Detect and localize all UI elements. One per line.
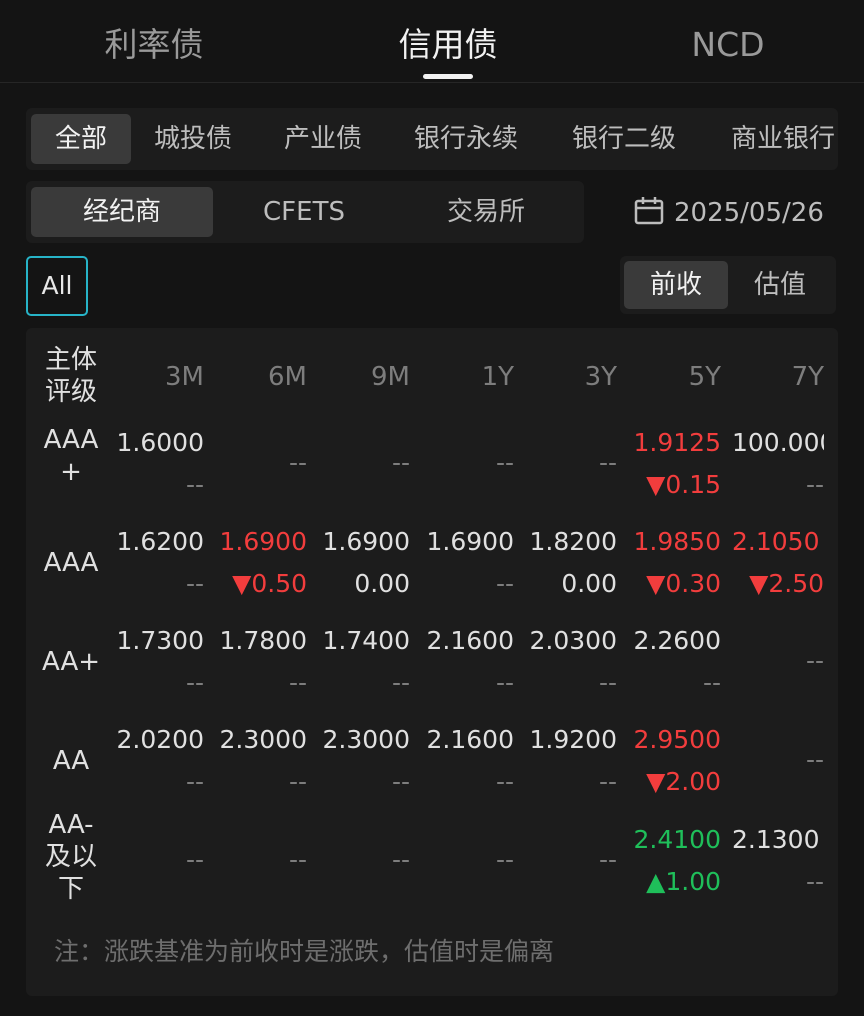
yield-change: 0.00 [561, 569, 617, 598]
yield-change: -- [702, 668, 721, 697]
date-picker[interactable]: 2025/05/26 [634, 188, 824, 238]
tenor-header-6m[interactable]: 6M [207, 362, 307, 392]
source-broker[interactable]: 经纪商 [31, 187, 213, 237]
yield-value[interactable]: 1.8200 [511, 527, 617, 556]
yield-value[interactable]: 2.4100 [615, 825, 721, 854]
yield-change: -- [391, 668, 410, 697]
yield-value[interactable]: -- [724, 646, 824, 675]
yield-change: -- [185, 569, 204, 598]
yield-change: ▼0.15 [646, 470, 721, 499]
yield-value[interactable]: 1.6200 [98, 527, 204, 556]
yield-value[interactable]: -- [207, 845, 307, 874]
yield-value[interactable]: 1.9200 [511, 725, 617, 754]
footnote: 注：涨跌基准为前收时是涨跌，估值时是偏离 [54, 937, 555, 966]
rating-column-header: 主体 评级 [44, 345, 97, 407]
yield-change: -- [495, 668, 514, 697]
yield-change: -- [598, 767, 617, 796]
top-tab-bar: 利率债 信用债 NCD [0, 0, 864, 83]
category-filter-bar: 全部 城投债 产业债 银行永续 银行二级 商业银行 [26, 108, 838, 170]
tenor-header-7y[interactable]: 7Y [724, 362, 824, 392]
rating-label: AA- 及以下 [44, 810, 97, 904]
yield-value[interactable]: 1.6000 [98, 428, 204, 457]
tenor-header-9m[interactable]: 9M [310, 362, 410, 392]
yield-table-panel: 主体 评级 3M 6M 9M 1Y 3Y 5Y 7Y AAA +1.6000 -- -- -- -- -- 1.… [26, 328, 838, 996]
yield-value[interactable]: -- [310, 845, 410, 874]
yield-change: ▼2.00 [646, 767, 721, 796]
yield-value[interactable]: 1.6900 [201, 527, 307, 556]
yield-change: ▼2.50 [749, 569, 824, 598]
date-value: 2025/05/26 [674, 198, 824, 228]
yield-value[interactable]: 2.1600 [408, 725, 514, 754]
rating-label: AAA + [43, 425, 99, 487]
yield-value[interactable]: 2.9500 [615, 725, 721, 754]
tenor-header-1y[interactable]: 1Y [414, 362, 514, 392]
yield-change: -- [495, 767, 514, 796]
rating-label: AAA [43, 548, 99, 578]
rating-label: AA+ [41, 647, 101, 677]
all-toggle-button[interactable]: All [26, 256, 88, 316]
category-bank-perpetual[interactable]: 银行永续 [414, 114, 518, 164]
tab-credit-bonds[interactable]: 信用债 [380, 20, 516, 70]
yield-value[interactable]: 1.9850 [615, 527, 721, 556]
yield-change: -- [598, 668, 617, 697]
tenor-header-3y[interactable]: 3Y [517, 362, 617, 392]
yield-change: -- [288, 668, 307, 697]
yield-change: -- [391, 767, 410, 796]
category-commercial-bank[interactable]: 商业银行 [731, 114, 835, 164]
yield-value[interactable]: -- [414, 845, 514, 874]
yield-change: 0.00 [354, 569, 410, 598]
yield-value[interactable]: 2.0300 [511, 626, 617, 655]
yield-change: -- [185, 668, 204, 697]
yield-value[interactable]: 1.9125 [615, 428, 721, 457]
yield-value[interactable]: -- [104, 845, 204, 874]
mode-valuation[interactable]: 估值 [728, 261, 832, 309]
yield-change: ▼0.50 [232, 569, 307, 598]
yield-value[interactable]: 100.0000 [732, 428, 824, 457]
yield-value[interactable]: -- [414, 448, 514, 477]
category-industrial[interactable]: 产业债 [284, 114, 362, 164]
category-chengtou[interactable]: 城投债 [154, 114, 232, 164]
source-cfets[interactable]: CFETS [213, 187, 395, 237]
yield-change: -- [288, 767, 307, 796]
yield-value[interactable]: 1.7400 [304, 626, 410, 655]
yield-change: -- [185, 767, 204, 796]
yield-change: -- [495, 569, 514, 598]
category-bank-tier2[interactable]: 银行二级 [572, 114, 676, 164]
mode-previous-close[interactable]: 前收 [624, 261, 728, 309]
yield-value[interactable]: -- [517, 448, 617, 477]
source-filter-bar: 经纪商 CFETS 交易所 [26, 181, 584, 243]
yield-change: ▼0.30 [646, 569, 721, 598]
tenor-header-3m[interactable]: 3M [104, 362, 204, 392]
yield-value[interactable]: 1.6900 [304, 527, 410, 556]
yield-value[interactable]: 2.3000 [304, 725, 410, 754]
calendar-icon [634, 197, 664, 225]
yield-value[interactable]: 1.7300 [98, 626, 204, 655]
yield-value[interactable]: -- [517, 845, 617, 874]
category-all[interactable]: 全部 [31, 114, 131, 164]
yield-change: -- [185, 470, 204, 499]
yield-change: ▲1.00 [646, 867, 721, 896]
yield-value[interactable]: -- [207, 448, 307, 477]
tenor-header-5y[interactable]: 5Y [621, 362, 721, 392]
tab-rate-bonds[interactable]: 利率债 [86, 20, 222, 70]
yield-value[interactable]: 2.1300 [732, 825, 824, 854]
yield-value[interactable]: 2.0200 [98, 725, 204, 754]
yield-value[interactable]: 2.3000 [201, 725, 307, 754]
yield-value[interactable]: 1.7800 [201, 626, 307, 655]
benchmark-mode-toggle: 前收 估值 [620, 256, 836, 314]
yield-change: -- [805, 470, 824, 499]
active-tab-indicator [423, 74, 473, 79]
yield-value[interactable]: -- [724, 745, 824, 774]
yield-value[interactable]: 2.1050 [732, 527, 824, 556]
yield-value[interactable]: 2.1600 [408, 626, 514, 655]
tab-ncd[interactable]: NCD [666, 20, 790, 70]
yield-value[interactable]: 2.2600 [615, 626, 721, 655]
yield-value[interactable]: -- [310, 448, 410, 477]
yield-change: -- [805, 867, 824, 896]
source-exchange[interactable]: 交易所 [395, 187, 577, 237]
yield-value[interactable]: 1.6900 [408, 527, 514, 556]
rating-label: AA [52, 746, 90, 776]
